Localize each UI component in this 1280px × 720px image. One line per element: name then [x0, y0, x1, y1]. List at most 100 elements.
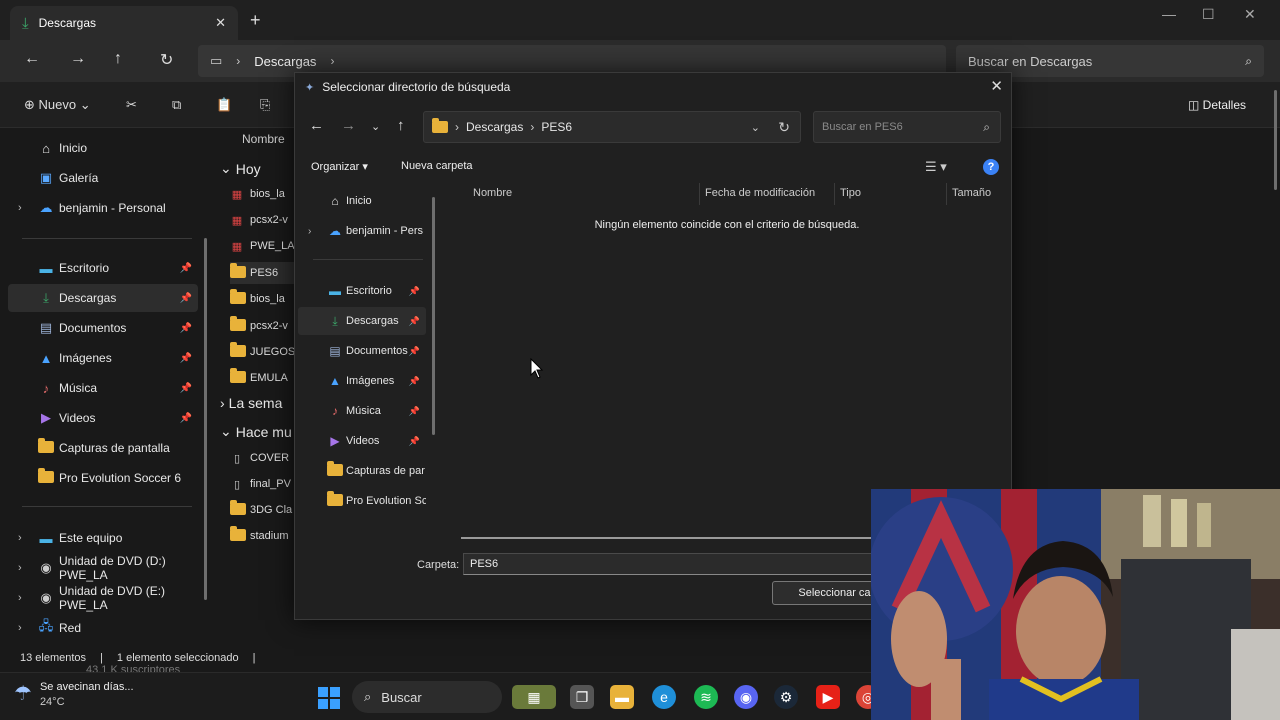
minimize-button[interactable]: —: [1162, 6, 1176, 22]
list-item[interactable]: ▦ bios_la: [230, 183, 304, 205]
list-item[interactable]: pcsx2-v: [230, 315, 304, 337]
discord-icon[interactable]: ◉: [734, 685, 758, 709]
breadcrumb-descargas[interactable]: Descargas: [254, 54, 316, 69]
folder-input[interactable]: PES6: [463, 553, 893, 575]
taskbar-search[interactable]: ⌕ Buscar: [352, 681, 502, 713]
list-item[interactable]: JUEGOS: [230, 341, 304, 363]
sidebar-item-musica[interactable]: ♪ Música 📌: [8, 374, 198, 402]
close-tab-icon[interactable]: ✕: [215, 15, 226, 31]
chevron-right-icon[interactable]: ›: [18, 562, 22, 574]
youtube-icon[interactable]: ▶: [816, 685, 840, 709]
sidebar-item-imagenes[interactable]: ▲ Imágenes 📌: [8, 344, 198, 372]
sidebar-item-videos[interactable]: ▶ Videos 📌: [8, 404, 198, 432]
column-header-type[interactable]: Tipo: [840, 187, 861, 199]
chevron-right-icon[interactable]: ›: [18, 532, 22, 544]
copy-icon[interactable]: ⧉: [172, 97, 181, 113]
back-arrow-icon[interactable]: ←: [24, 50, 40, 68]
list-item[interactable]: ▯ COVER: [230, 447, 304, 469]
list-item[interactable]: ▯ final_PV: [230, 473, 304, 495]
sidebar-item-dvd-e[interactable]: › ◉ Unidad de DVD (E:) PWE_LA: [8, 584, 198, 612]
sidebar-item-documentos[interactable]: ▤ Documentos 📌: [298, 337, 426, 365]
forward-arrow-icon[interactable]: →: [341, 117, 356, 134]
chevron-right-icon[interactable]: ›: [308, 226, 311, 237]
sidebar-item-galeria[interactable]: ▣ Galería: [8, 164, 198, 192]
close-icon[interactable]: ✕: [990, 77, 1003, 95]
breadcrumb-descargas[interactable]: Descargas: [466, 120, 523, 134]
sidebar-item-onedrive[interactable]: › ☁ benjamin - Personal: [8, 194, 198, 222]
chevron-down-icon[interactable]: ⌄: [371, 120, 380, 133]
spotify-icon[interactable]: ≋: [694, 685, 718, 709]
sidebar-item-videos[interactable]: ▶ Videos 📌: [298, 427, 426, 455]
sidebar-item-descargas[interactable]: ⤓ Descargas 📌: [8, 284, 198, 312]
column-header-size[interactable]: Tamaño: [952, 187, 991, 199]
sidebar-item-capturas[interactable]: Capturas de pantalla: [8, 434, 198, 462]
edge-icon[interactable]: e: [652, 685, 676, 709]
list-item[interactable]: ▦ PWE_LA: [230, 235, 304, 257]
list-item[interactable]: ▦ pcsx2-v: [230, 209, 304, 231]
forward-arrow-icon[interactable]: →: [70, 50, 86, 68]
sidebar-item-musica[interactable]: ♪ Música 📌: [298, 397, 426, 425]
sidebar-scrollbar[interactable]: [204, 238, 207, 600]
tab-descargas[interactable]: ⤓ Descargas ✕: [10, 6, 238, 40]
sidebar-item-inicio[interactable]: ⌂ Inicio: [298, 187, 426, 215]
new-tab-button[interactable]: +: [250, 10, 261, 31]
chevron-down-icon[interactable]: ⌄: [751, 121, 760, 134]
sidebar-item-descargas[interactable]: ⤓ Descargas 📌: [298, 307, 426, 335]
search-highlight-icon[interactable]: ▦: [512, 685, 556, 709]
help-icon[interactable]: ?: [983, 159, 999, 175]
group-today[interactable]: ⌄ Hoy: [220, 160, 261, 177]
details-button[interactable]: ◫ Detalles: [1188, 98, 1246, 112]
sidebar-item-imagenes[interactable]: ▲ Imágenes 📌: [298, 367, 426, 395]
cut-icon[interactable]: ✂: [126, 97, 137, 113]
sidebar-item-capturas[interactable]: Capturas de par: [298, 457, 426, 485]
sidebar-item-onedrive[interactable]: › ☁ benjamin - Pers: [298, 217, 426, 245]
dialog-search-input[interactable]: Buscar en PES6 ⌕: [813, 111, 1001, 143]
chevron-right-icon[interactable]: ›: [18, 592, 22, 604]
column-separator[interactable]: [834, 183, 835, 205]
dialog-address-bar[interactable]: › Descargas › PES6 ⌄ ↻: [423, 111, 801, 143]
column-separator[interactable]: [946, 183, 947, 205]
column-header-name[interactable]: Nombre: [473, 187, 512, 199]
weather-widget[interactable]: ☂ Se avecinan días... 24°C: [14, 681, 134, 708]
sidebar-item-pes6-folder[interactable]: Pro Evolution Sc: [298, 487, 426, 515]
column-separator[interactable]: [699, 183, 700, 205]
steam-icon[interactable]: ⚙: [774, 685, 798, 709]
rename-icon[interactable]: ⎘: [260, 97, 270, 113]
sidebar-item-escritorio[interactable]: ▬ Escritorio 📌: [8, 254, 198, 282]
dialog-sidebar-scrollbar[interactable]: [432, 197, 435, 435]
maximize-button[interactable]: ☐: [1202, 6, 1215, 23]
list-item[interactable]: bios_la: [230, 288, 304, 310]
up-arrow-icon[interactable]: ↑: [114, 50, 122, 68]
task-view-icon[interactable]: ❐: [570, 685, 594, 709]
close-window-button[interactable]: ✕: [1244, 6, 1256, 23]
sidebar-item-este-equipo[interactable]: › ▬ Este equipo: [8, 524, 198, 552]
group-week[interactable]: › La sema: [220, 395, 282, 411]
dialog-horizontal-scrollbar[interactable]: [461, 537, 881, 539]
chevron-right-icon[interactable]: ›: [18, 202, 22, 214]
sidebar-item-documentos[interactable]: ▤ Documentos 📌: [8, 314, 198, 342]
group-long-ago[interactable]: ⌄ Hace mu: [220, 423, 292, 440]
start-button[interactable]: [318, 687, 340, 709]
sidebar-item-pes6-folder[interactable]: Pro Evolution Soccer 6: [8, 464, 198, 492]
paste-icon[interactable]: 📋: [216, 97, 232, 113]
file-explorer-icon[interactable]: ▬: [610, 685, 634, 709]
organize-button[interactable]: Organizar ▾: [311, 160, 368, 173]
sidebar-item-inicio[interactable]: ⌂ Inicio: [8, 134, 198, 162]
sidebar-item-dvd-d[interactable]: › ◉ Unidad de DVD (D:) PWE_LA: [8, 554, 198, 582]
column-header-date[interactable]: Fecha de modificación: [705, 187, 815, 199]
main-scrollbar[interactable]: [1274, 90, 1277, 190]
refresh-icon[interactable]: ↻: [778, 119, 790, 136]
new-folder-button[interactable]: Nueva carpeta: [401, 160, 473, 172]
list-item[interactable]: EMULA: [230, 367, 304, 389]
up-arrow-icon[interactable]: ↑: [397, 117, 405, 134]
column-header-name[interactable]: Nombre: [242, 132, 285, 146]
breadcrumb-pes6[interactable]: PES6: [541, 120, 572, 134]
new-button[interactable]: ⊕ Nuevo ⌄: [24, 97, 91, 113]
back-arrow-icon[interactable]: ←: [309, 117, 324, 134]
sidebar-item-red[interactable]: › 🖧 Red: [8, 614, 198, 642]
chevron-right-icon[interactable]: ›: [18, 622, 22, 634]
list-item[interactable]: stadium: [230, 525, 304, 547]
sidebar-item-escritorio[interactable]: ▬ Escritorio 📌: [298, 277, 426, 305]
list-item[interactable]: 3DG Cla: [230, 499, 304, 521]
list-item-selected[interactable]: PES6: [230, 262, 304, 284]
